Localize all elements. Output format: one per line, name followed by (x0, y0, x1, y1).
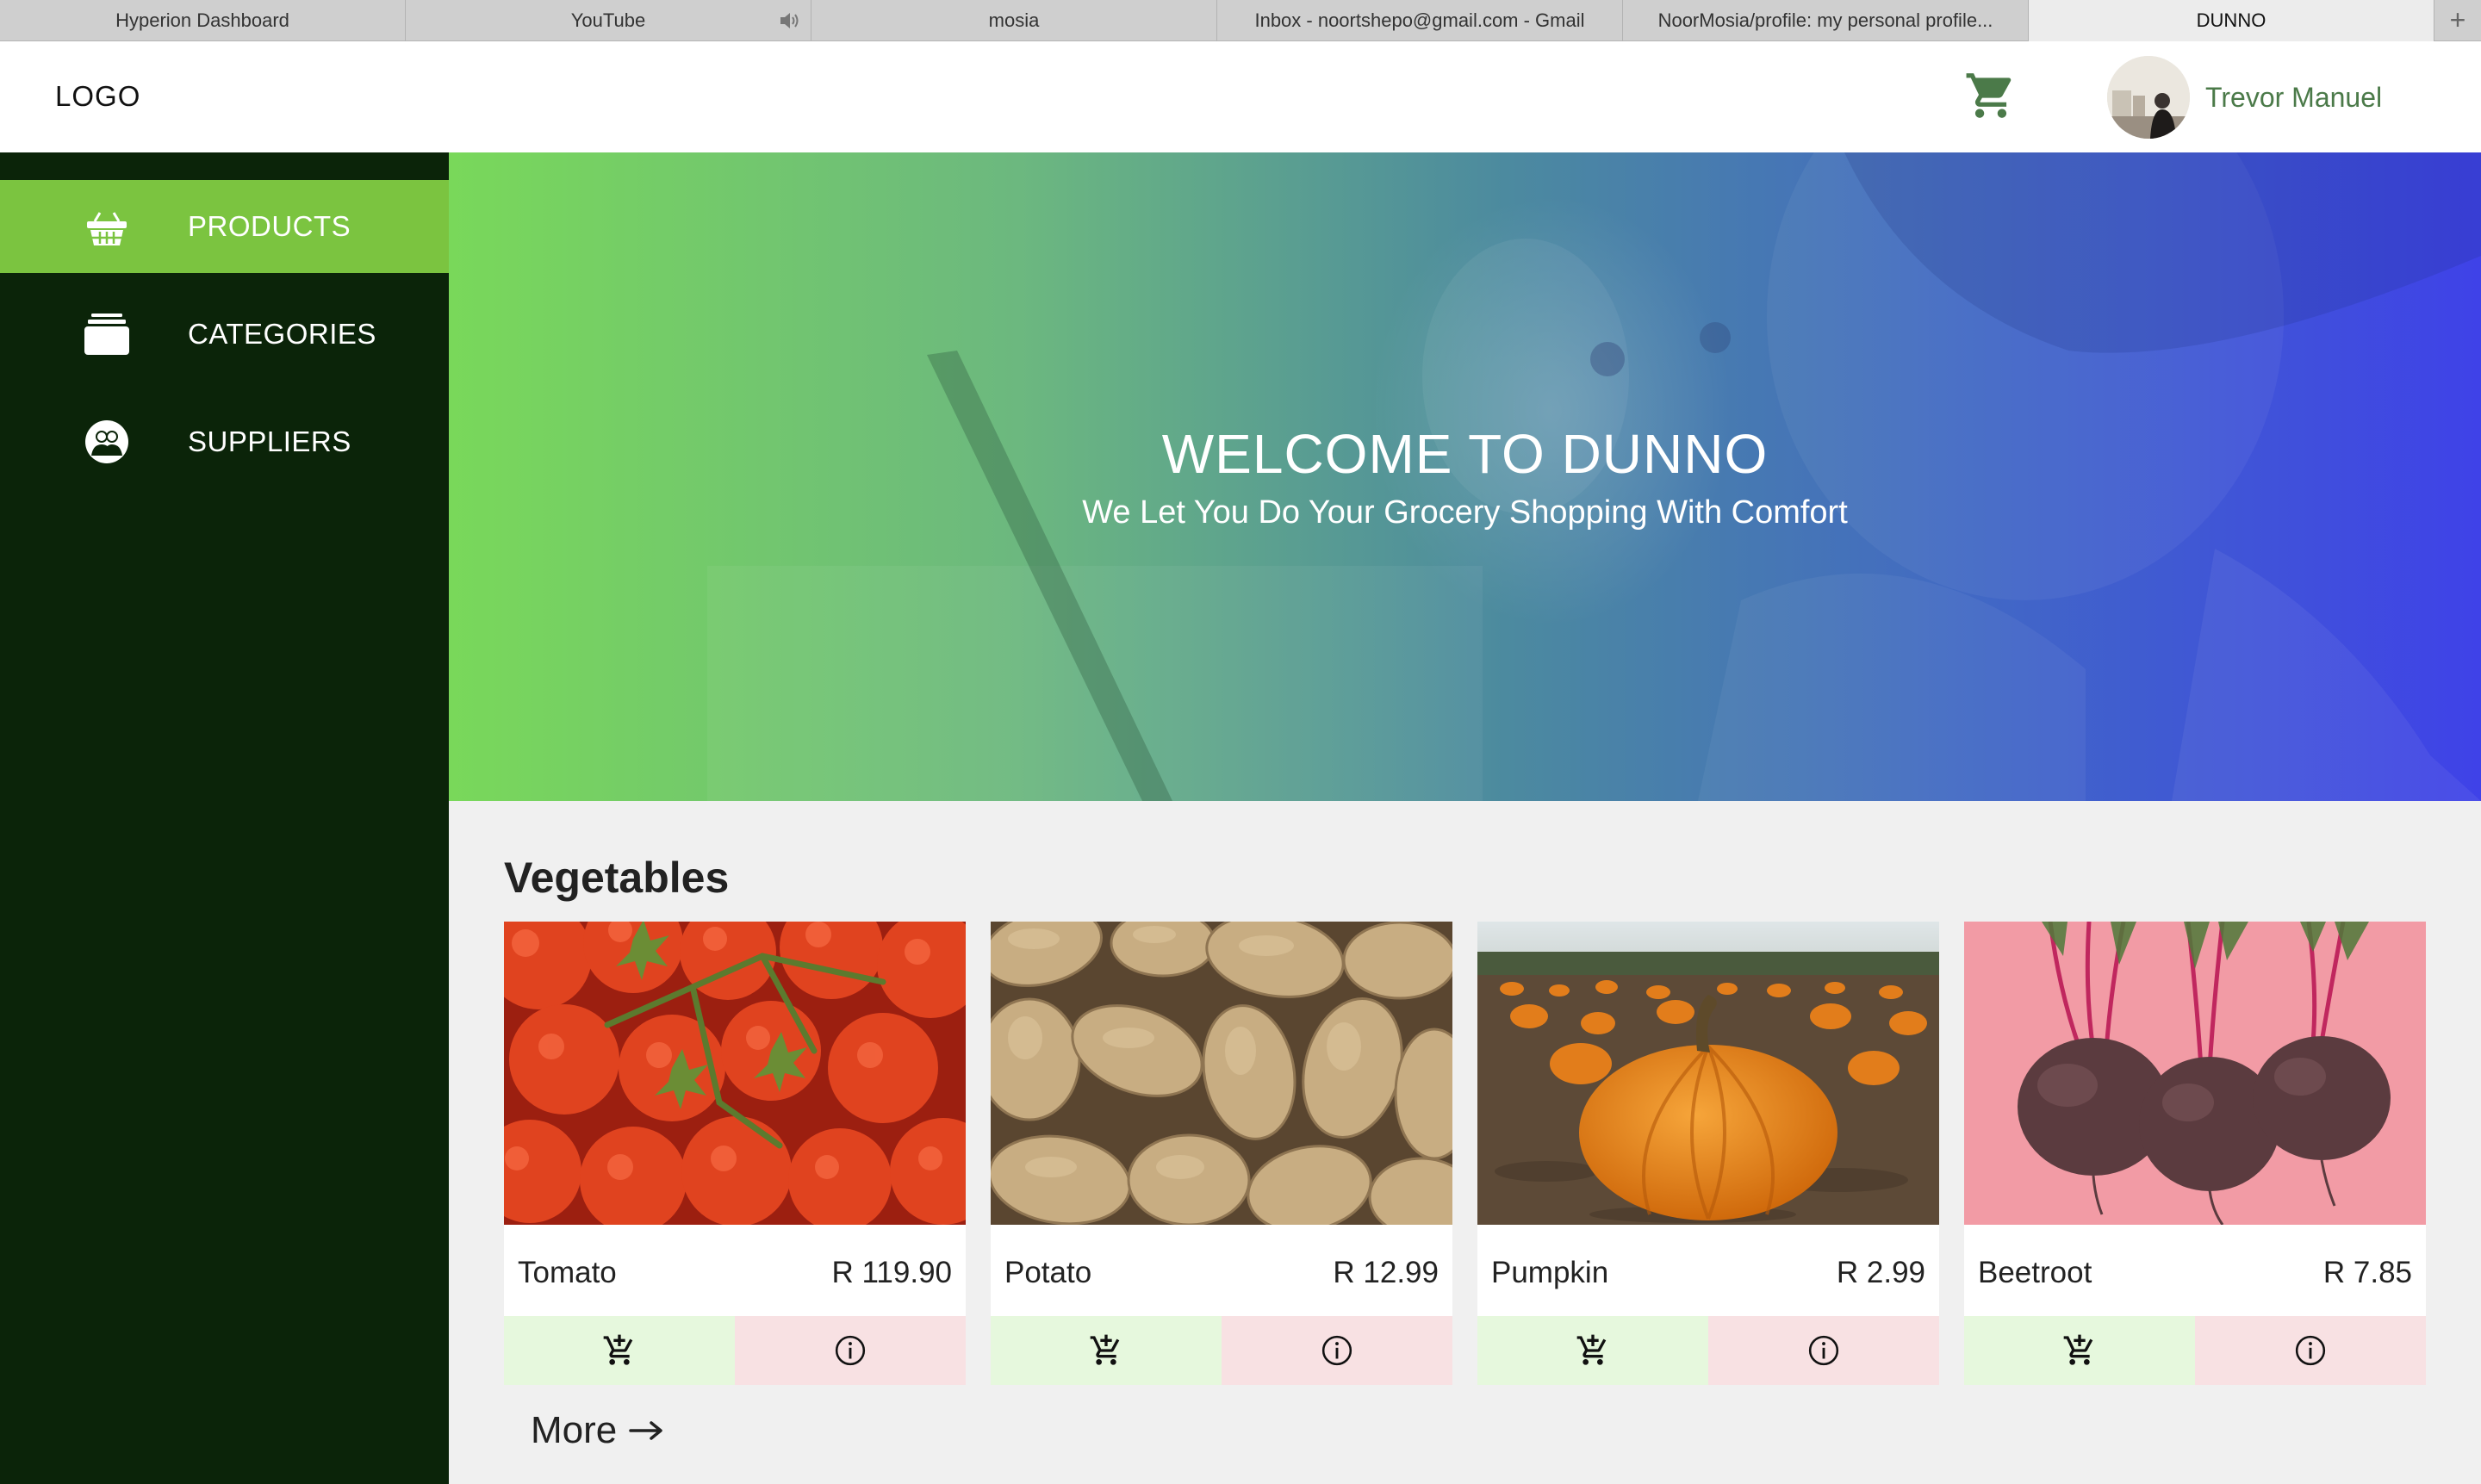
add-to-cart-icon (603, 1334, 633, 1365)
info-icon (1321, 1335, 1352, 1366)
tab-label: Inbox - noortshepo@gmail.com - Gmail (1254, 9, 1585, 31)
info-button[interactable] (735, 1316, 966, 1385)
product-name: Beetroot (1978, 1256, 2092, 1289)
product-name: Tomato (518, 1256, 617, 1289)
user-menu[interactable]: Trevor Manuel (2107, 55, 2382, 140)
pumpkin-image (1477, 922, 1939, 1225)
tab-label: NoorMosia/profile: my personal profile..… (1657, 9, 1993, 31)
product-price: R 119.90 (831, 1256, 952, 1289)
add-to-cart-button[interactable] (1477, 1316, 1708, 1385)
browser-tab-bar: Hyperion Dashboard YouTube mosia Inbox -… (0, 0, 2481, 41)
add-to-cart-icon (1090, 1334, 1120, 1365)
product-image[interactable] (1964, 922, 2426, 1225)
add-to-cart-icon (1576, 1334, 1607, 1365)
beetroot-image (1964, 922, 2426, 1225)
info-button[interactable] (1708, 1316, 1939, 1385)
people-icon (85, 420, 128, 463)
product-price: R 2.99 (1836, 1256, 1925, 1289)
info-icon (2295, 1335, 2326, 1366)
tab-label: mosia (988, 9, 1040, 31)
product-name: Potato (1004, 1256, 1092, 1289)
tomato-image (504, 922, 966, 1225)
tab-label: Hyperion Dashboard (115, 9, 289, 31)
new-tab-button[interactable]: + (2434, 0, 2481, 40)
sidebar: PRODUCTS CATEGORIES SUPPLIERS (0, 152, 449, 1484)
user-name[interactable]: Trevor Manuel (2205, 82, 2382, 114)
sidebar-item-label: SUPPLIERS (188, 425, 351, 457)
hero-title: WELCOME TO DUNNO (1161, 423, 1769, 485)
browser-tab-youtube[interactable]: YouTube (406, 0, 811, 41)
tab-label: DUNNO (2196, 9, 2266, 31)
speaker-icon[interactable] (778, 9, 802, 32)
product-card-tomato[interactable]: Tomato R 119.90 (504, 922, 966, 1385)
sidebar-item-suppliers[interactable]: SUPPLIERS (0, 395, 449, 488)
logo[interactable]: LOGO (55, 80, 140, 113)
hero-banner: WELCOME TO DUNNO We Let You Do Your Groc… (449, 152, 2481, 801)
add-to-cart-button[interactable] (1964, 1316, 2195, 1385)
browser-tab-mosia[interactable]: mosia (811, 0, 1217, 41)
add-to-cart-button[interactable] (504, 1316, 735, 1385)
product-image[interactable] (504, 922, 966, 1225)
browser-tab-gmail[interactable]: Inbox - noortshepo@gmail.com - Gmail (1217, 0, 1623, 41)
product-card-pumpkin[interactable]: Pumpkin R 2.99 (1477, 922, 1939, 1385)
sidebar-item-label: CATEGORIES (188, 318, 376, 350)
more-label: More (531, 1409, 618, 1451)
avatar-photo (2107, 56, 2190, 139)
sidebar-item-label: PRODUCTS (188, 210, 351, 242)
browser-tab-dunno[interactable]: DUNNO (2029, 0, 2434, 41)
tab-label: YouTube (570, 9, 646, 31)
avatar[interactable] (2107, 56, 2190, 139)
info-button[interactable] (2195, 1316, 2426, 1385)
section-title: Vegetables (504, 854, 730, 902)
browser-tab-profile[interactable]: NoorMosia/profile: my personal profile..… (1623, 0, 2029, 41)
product-card-beetroot[interactable]: Beetroot R 7.85 (1964, 922, 2426, 1385)
add-to-cart-icon (2063, 1334, 2093, 1365)
top-header: LOGO Trevor Manuel (0, 41, 2481, 152)
basket-icon (87, 212, 127, 245)
sidebar-item-categories[interactable]: CATEGORIES (0, 288, 449, 381)
sidebar-item-products[interactable]: PRODUCTS (0, 180, 449, 273)
hero-subtitle: We Let You Do Your Grocery Shopping With… (1082, 494, 1848, 531)
product-price: R 7.85 (2322, 1256, 2412, 1289)
product-name: Pumpkin (1491, 1256, 1609, 1289)
add-to-cart-button[interactable] (991, 1316, 1222, 1385)
info-button[interactable] (1222, 1316, 1452, 1385)
arrow-right-icon (629, 1421, 662, 1440)
product-image[interactable] (1477, 922, 1939, 1225)
more-link[interactable]: More (531, 1409, 663, 1452)
info-icon (1808, 1335, 1839, 1366)
potato-image (991, 922, 1452, 1225)
info-icon (835, 1335, 866, 1366)
product-card-potato[interactable]: Potato R 12.99 (991, 922, 1452, 1385)
browser-tab-hyperion[interactable]: Hyperion Dashboard (0, 0, 406, 41)
product-image[interactable] (991, 922, 1452, 1225)
stack-icon (84, 314, 129, 355)
product-price: R 12.99 (1333, 1256, 1439, 1289)
shopping-cart-icon[interactable] (1964, 69, 2018, 122)
